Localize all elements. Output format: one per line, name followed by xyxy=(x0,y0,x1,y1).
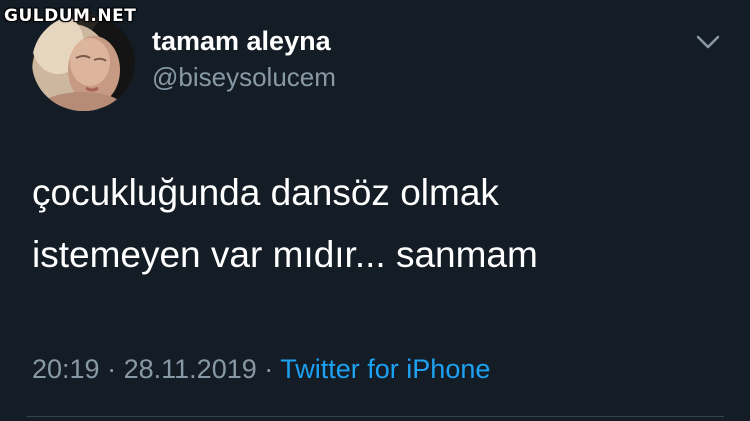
chevron-down-icon[interactable] xyxy=(693,30,723,54)
meta-separator: · xyxy=(107,354,117,384)
tweet-text-line: istemeyen var mıdır... sanmam xyxy=(32,234,538,275)
tweet-text-line: çocukluğunda dansöz olmak xyxy=(32,172,499,213)
tweet-date[interactable]: 28.11.2019 xyxy=(124,354,257,384)
meta-separator: · xyxy=(264,354,274,384)
tweet-time[interactable]: 20:19 xyxy=(32,354,100,384)
tweet-text: çocukluğunda dansöz olmak istemeyen var … xyxy=(32,162,732,286)
user-handle[interactable]: @biseysolucem xyxy=(152,62,336,93)
tweet-meta: 20:19 · 28.11.2019 · Twitter for iPhone xyxy=(32,354,490,385)
tweet-source-link[interactable]: Twitter for iPhone xyxy=(280,354,490,384)
display-name[interactable]: tamam aleyna xyxy=(152,26,331,57)
avatar[interactable] xyxy=(32,14,135,111)
divider xyxy=(27,416,724,417)
watermark-logo: GULDUM.NET xyxy=(4,6,137,26)
profile-photo-image xyxy=(32,14,135,111)
